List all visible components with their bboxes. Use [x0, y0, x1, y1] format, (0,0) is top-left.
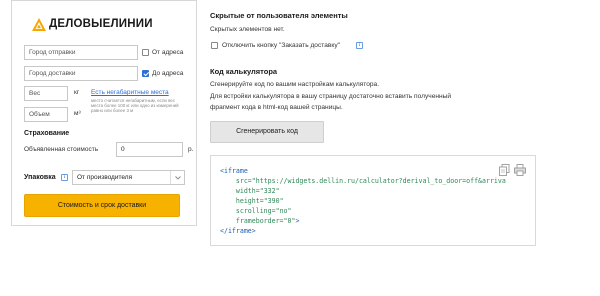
currency-label: р. [188, 146, 194, 153]
dellin-logo-icon [32, 17, 46, 31]
oversized-link[interactable]: Есть негабаритные места [91, 88, 169, 97]
code-close-tag: </iframe> [220, 227, 256, 235]
volume-input[interactable]: Объем [24, 107, 68, 122]
disable-order-button-checkbox[interactable] [211, 42, 218, 49]
code-src-value: "https://widgets.dellin.ru/calculator?de… [251, 177, 506, 185]
copy-icon[interactable] [499, 163, 510, 176]
volume-placeholder: Объем [29, 111, 50, 118]
code-close-bracket: > [295, 217, 300, 225]
code-line-close: </iframe> [220, 227, 256, 235]
code-line-open: <iframe [220, 167, 248, 175]
declared-value-label: Объявленная стоимость [24, 146, 99, 153]
hidden-elements-heading: Скрытые от пользователя элементы [210, 11, 348, 20]
code-tools [499, 163, 526, 176]
calculator-code-heading: Код калькулятора [210, 67, 278, 76]
to-address-checkbox[interactable] [142, 70, 149, 77]
code-height-attr: height= [235, 197, 264, 205]
packaging-label: Упаковка [24, 174, 56, 181]
calculator-widget: ДЕЛОВЫЕЛИНИИ Город отправки От адреса Го… [11, 0, 197, 226]
generate-code-button[interactable]: Сгенерировать код [210, 121, 324, 143]
code-scrolling-value: "no" [275, 207, 292, 215]
logo-text: ДЕЛОВЫЕЛИНИИ [49, 18, 153, 30]
from-address-label: От адреса [152, 49, 184, 56]
code-width-attr: width= [235, 187, 260, 195]
disable-order-info-icon[interactable]: i [356, 42, 363, 49]
code-open-tag: <iframe [220, 167, 248, 175]
hidden-elements-none: Скрытых элементов нет. [210, 26, 285, 33]
print-icon[interactable] [514, 163, 526, 176]
calculate-cost-button[interactable]: Стоимость и срок доставки [24, 194, 180, 217]
declared-value: 0 [121, 146, 125, 153]
code-frameborder-attr: frameborder= [235, 217, 284, 225]
logo: ДЕЛОВЫЕЛИНИИ [32, 15, 153, 33]
code-instructions-2: Для встройки калькулятора в вашу страниц… [210, 93, 452, 100]
volume-unit: м³ [74, 110, 81, 117]
weight-input[interactable]: Вес [24, 86, 68, 101]
from-city-input[interactable]: Город отправки [24, 45, 138, 60]
disable-order-button-label: Отключить кнопку "Заказать доставку" [222, 42, 340, 49]
code-width-value: "332" [259, 187, 280, 195]
to-address-label: До адреса [152, 70, 184, 77]
code-src-attr: src= [235, 177, 252, 185]
packaging-info-icon[interactable]: i [61, 174, 68, 181]
declared-value-input[interactable]: 0 [116, 142, 183, 157]
code-line-height: height="390" [220, 197, 284, 205]
code-line-scrolling: scrolling="no" [220, 207, 292, 215]
code-instructions-1: Сгенерируйте код по вашим настройкам кал… [210, 81, 380, 88]
to-city-input[interactable]: Город доставки [24, 66, 138, 81]
code-snippet-box: <iframe src="https://widgets.dellin.ru/c… [210, 155, 536, 246]
code-line-frameborder: frameborder="0"> [220, 217, 300, 225]
code-line-width: width="332" [220, 187, 280, 195]
weight-placeholder: Вес [29, 90, 41, 97]
packaging-select[interactable]: От производителя [72, 170, 185, 185]
code-scrolling-attr: scrolling= [235, 207, 276, 215]
code-instructions-3: фрагмент кода в html-код вашей страницы. [210, 104, 343, 111]
code-line-src: src="https://widgets.dellin.ru/calculato… [220, 177, 506, 185]
chevron-down-icon [170, 171, 184, 184]
from-address-checkbox[interactable] [142, 49, 149, 56]
weight-unit: кг [74, 89, 80, 96]
to-city-placeholder: Город доставки [29, 70, 76, 77]
code-height-value: "390" [263, 197, 284, 205]
code-frameborder-value: "0" [283, 217, 296, 225]
oversized-hint: место считается негабаритным, если вес м… [91, 98, 179, 113]
insurance-heading: Страхование [24, 130, 70, 137]
packaging-value: От производителя [77, 174, 133, 181]
from-city-placeholder: Город отправки [29, 49, 76, 56]
